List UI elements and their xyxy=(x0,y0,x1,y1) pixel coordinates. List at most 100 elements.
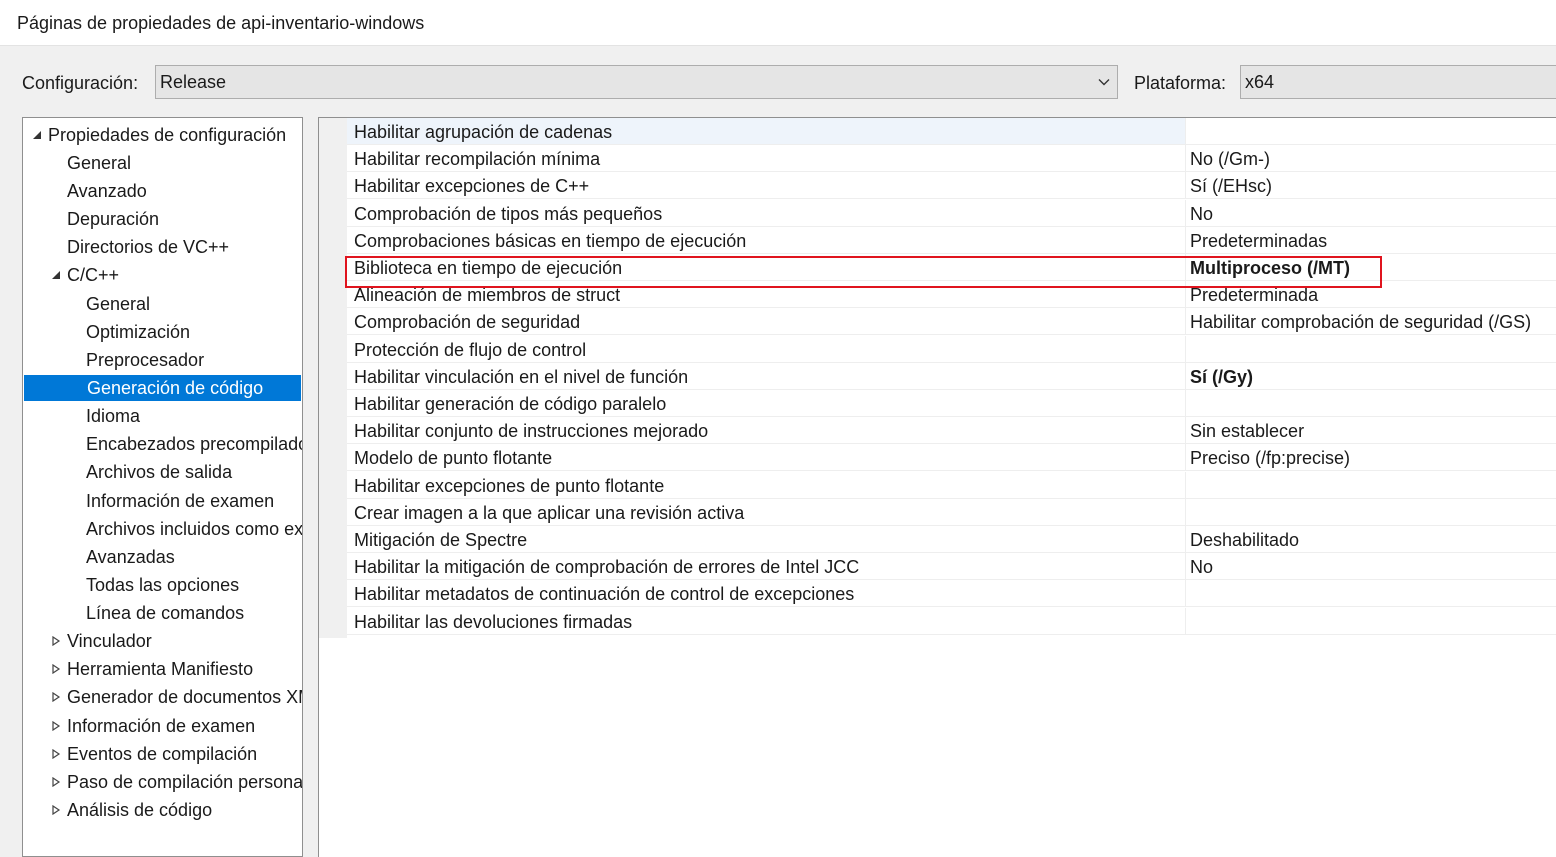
tree-item-label: Optimización xyxy=(86,322,191,342)
property-value[interactable]: Habilitar comprobación de seguridad (/GS… xyxy=(1190,312,1531,333)
property-name: Mitigación de Spectre xyxy=(354,530,528,550)
tree-item[interactable]: Herramienta Manifiesto xyxy=(23,656,302,682)
property-row[interactable]: Habilitar excepciones de C++ Sí (/EHsc) xyxy=(347,172,1556,200)
column-separator xyxy=(1185,281,1186,309)
property-row[interactable]: Comprobaciones básicas en tiempo de ejec… xyxy=(347,226,1556,254)
tree-item[interactable]: Línea de comandos xyxy=(23,600,302,626)
tree-item-label: Avanzado xyxy=(67,181,147,201)
tree-item[interactable]: Generador de documentos XML xyxy=(23,684,302,710)
collapsed-triangle-icon[interactable] xyxy=(51,721,61,731)
column-separator xyxy=(1185,199,1186,227)
property-name: Alineación de miembros de struct xyxy=(354,285,621,306)
collapsed-triangle-icon[interactable] xyxy=(51,777,61,787)
tree-item-label: Preprocesador xyxy=(86,350,205,370)
tree-item[interactable]: Propiedades de configuración xyxy=(23,122,302,148)
property-value[interactable]: Sí (/Gy) xyxy=(1190,367,1253,388)
column-separator xyxy=(1185,172,1186,200)
collapsed-triangle-icon[interactable] xyxy=(51,664,61,674)
column-separator xyxy=(1185,498,1186,526)
tree-item-label: Idioma xyxy=(86,406,141,426)
property-name: Habilitar la mitigación de comprobación … xyxy=(354,557,860,578)
property-name: Protección de flujo de control xyxy=(354,339,587,360)
property-grid-gutter xyxy=(319,118,347,638)
tree-item[interactable]: Todas las opciones xyxy=(23,572,302,598)
property-name: Habilitar recompilación mínima xyxy=(354,149,601,170)
tree-item-label: Eventos de compilación xyxy=(67,744,258,764)
property-row[interactable]: Habilitar vinculación en el nivel de fun… xyxy=(347,362,1556,390)
property-name: Habilitar agrupación de cadenas xyxy=(354,122,613,142)
expanded-triangle-icon[interactable] xyxy=(51,270,61,280)
tree-item[interactable]: C/C++ xyxy=(23,262,302,288)
tree-item[interactable]: Preprocesador xyxy=(23,347,302,373)
property-row[interactable]: Comprobación de seguridad Habilitar compr… xyxy=(347,308,1556,336)
property-value[interactable]: Sí (/EHsc) xyxy=(1190,176,1272,197)
platform-dropdown[interactable]: x64 xyxy=(1240,65,1556,99)
property-value[interactable]: No xyxy=(1190,204,1213,225)
property-row[interactable]: Crear imagen a la que aplicar una revisi… xyxy=(347,498,1556,526)
property-row[interactable]: Habilitar las devoluciones firmadas xyxy=(347,607,1556,635)
expanded-triangle-icon[interactable] xyxy=(32,130,42,140)
property-name: Comprobación de seguridad xyxy=(354,312,581,333)
property-value[interactable]: Predeterminadas xyxy=(1190,231,1327,252)
column-separator xyxy=(1185,553,1186,581)
property-name: Comprobaciones básicas en tiempo de ejec… xyxy=(354,230,747,251)
tree-item[interactable]: Avanzado xyxy=(23,178,302,204)
window-title: Páginas de propiedades de api-inventario… xyxy=(17,13,425,33)
property-row[interactable]: Comprobación de tipos más pequeños No xyxy=(347,199,1556,227)
tree-item[interactable]: Avanzadas xyxy=(23,544,302,570)
property-name: Habilitar conjunto de instrucciones mejo… xyxy=(354,421,709,442)
tree-item[interactable]: Información de examen xyxy=(23,488,302,514)
column-separator xyxy=(1185,226,1186,254)
tree-item[interactable]: Información de examen xyxy=(23,713,302,739)
property-row[interactable]: Biblioteca en tiempo de ejecución Multipr… xyxy=(347,254,1556,281)
collapsed-triangle-icon[interactable] xyxy=(51,636,61,646)
column-separator xyxy=(1185,526,1186,553)
column-separator xyxy=(1185,471,1186,499)
collapsed-triangle-icon[interactable] xyxy=(51,805,61,815)
property-row[interactable]: Protección de flujo de control xyxy=(347,335,1556,363)
property-name: Habilitar generación de código paralelo xyxy=(354,394,667,414)
property-row[interactable]: Habilitar metadatos de continuación de c… xyxy=(347,580,1556,608)
property-name: Comprobación de tipos más pequeños xyxy=(354,203,663,224)
property-row[interactable]: Habilitar generación de código paralelo xyxy=(347,390,1556,417)
property-row[interactable]: Alineación de miembros de struct Predeter… xyxy=(347,281,1556,309)
property-value[interactable]: Multiproceso (/MT) xyxy=(1190,258,1350,279)
property-row[interactable]: Mitigación de Spectre Deshabilitado xyxy=(347,526,1556,553)
tree-item[interactable]: Vinculador xyxy=(23,628,302,654)
tree-item[interactable]: Encabezados precompilados xyxy=(23,431,302,457)
property-value[interactable]: No (/Gm-) xyxy=(1190,149,1270,170)
collapsed-triangle-icon[interactable] xyxy=(51,692,61,702)
property-value[interactable]: Predeterminada xyxy=(1190,285,1318,306)
tree-item[interactable]: General xyxy=(23,291,302,317)
tree-item-label: Encabezados precompilados xyxy=(86,434,303,454)
property-row[interactable]: Habilitar agrupación de cadenas xyxy=(347,118,1556,145)
tree-item[interactable]: Generación de código xyxy=(24,375,301,401)
property-name: Habilitar metadatos de continuación de c… xyxy=(354,584,855,605)
tree-item[interactable]: Archivos incluidos como externos xyxy=(23,516,302,542)
tree-item[interactable]: Depuración xyxy=(23,206,302,232)
chevron-down-icon xyxy=(1098,79,1110,86)
property-row[interactable]: Habilitar excepciones de punto flotante xyxy=(347,471,1556,499)
property-value[interactable]: Sin establecer xyxy=(1190,421,1304,442)
collapsed-triangle-icon[interactable] xyxy=(51,749,61,759)
property-row[interactable]: Modelo de punto flotante Preciso (/fp:pre… xyxy=(347,444,1556,472)
tree-item[interactable]: General xyxy=(23,150,302,176)
configuration-label: Configuración: xyxy=(22,73,139,93)
property-value[interactable]: No xyxy=(1190,557,1213,578)
configuration-tree: Propiedades de configuración General Avanz… xyxy=(22,117,303,857)
property-value[interactable]: Preciso (/fp:precise) xyxy=(1190,448,1350,469)
tree-item[interactable]: Archivos de salida xyxy=(23,459,302,485)
property-row[interactable]: Habilitar conjunto de instrucciones mejo… xyxy=(347,417,1556,445)
tree-item[interactable]: Optimización xyxy=(23,319,302,345)
property-row[interactable]: Habilitar la mitigación de comprobación … xyxy=(347,553,1556,581)
tree-item[interactable]: Eventos de compilación xyxy=(23,741,302,767)
tree-item[interactable]: Directorios de VC++ xyxy=(23,234,302,260)
tree-item[interactable]: Idioma xyxy=(23,403,302,429)
tree-item[interactable]: Paso de compilación personalizado xyxy=(23,769,302,795)
configuration-dropdown[interactable]: Release xyxy=(155,65,1118,99)
column-separator xyxy=(1185,362,1186,390)
tree-item[interactable]: Análisis de código xyxy=(23,797,302,823)
property-row[interactable]: Habilitar recompilación mínima No (/Gm-) xyxy=(347,145,1556,173)
property-value[interactable]: Deshabilitado xyxy=(1190,530,1299,551)
property-name: Habilitar vinculación en el nivel de fun… xyxy=(354,366,689,387)
